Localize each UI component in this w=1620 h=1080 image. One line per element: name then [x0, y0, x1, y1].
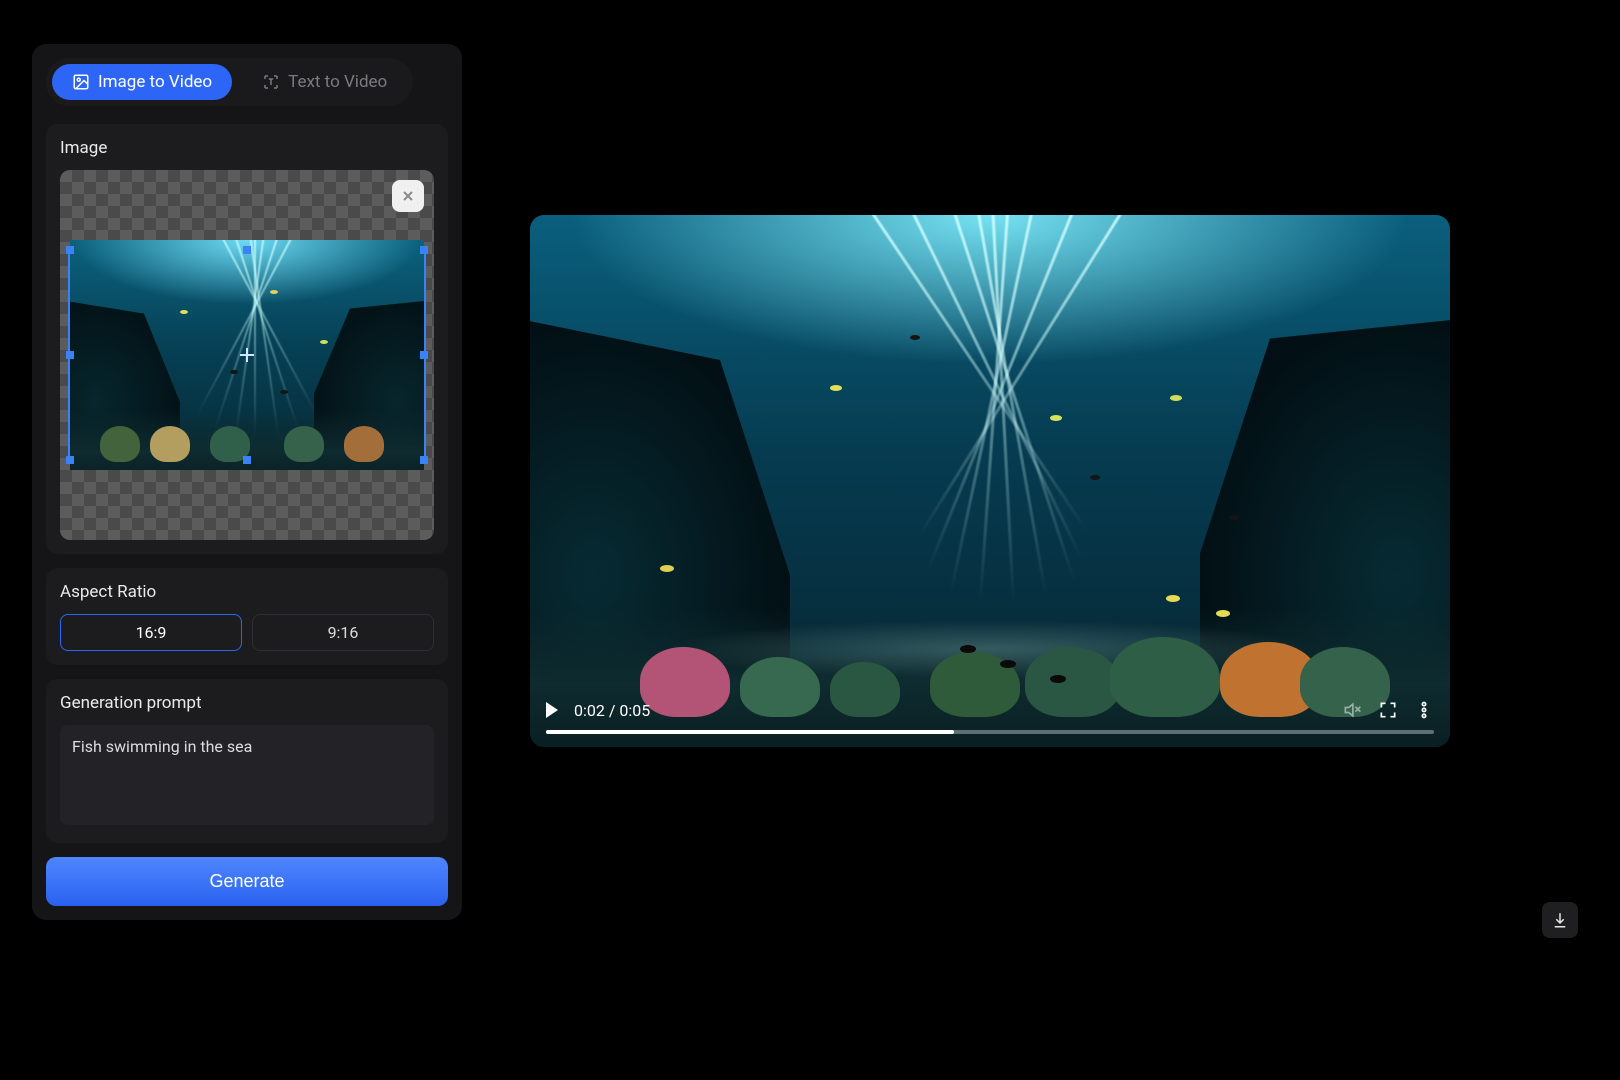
aspect-ratio-card: Aspect Ratio 16:9 9:16: [46, 568, 448, 665]
crop-handle[interactable]: [66, 246, 74, 254]
prompt-card: Generation prompt: [46, 679, 448, 843]
fullscreen-button[interactable]: [1378, 700, 1398, 720]
crop-region[interactable]: [68, 248, 426, 462]
image-icon: [72, 73, 90, 91]
tab-label: Image to Video: [98, 72, 212, 92]
image-card: Image: [46, 124, 448, 554]
video-progress-bar[interactable]: [546, 730, 1434, 734]
video-progress-fill: [546, 730, 954, 734]
tab-text-to-video[interactable]: Text to Video: [242, 64, 407, 100]
settings-sidebar: Image to Video Text to Video Image: [32, 44, 462, 920]
crop-handle[interactable]: [66, 456, 74, 464]
image-crop-area[interactable]: [60, 170, 434, 540]
mode-tabs: Image to Video Text to Video: [46, 58, 413, 106]
crop-handle[interactable]: [420, 246, 428, 254]
aspect-ratio-title: Aspect Ratio: [60, 582, 434, 602]
tab-image-to-video[interactable]: Image to Video: [52, 64, 232, 100]
crop-handle[interactable]: [420, 456, 428, 464]
close-icon: [400, 188, 416, 204]
video-preview[interactable]: 0:02 / 0:05: [530, 215, 1450, 747]
generate-button[interactable]: Generate: [46, 857, 448, 906]
video-frame: [530, 215, 1450, 747]
aspect-ratio-16-9[interactable]: 16:9: [60, 614, 242, 651]
crop-handle[interactable]: [66, 351, 74, 359]
remove-image-button[interactable]: [392, 180, 424, 212]
prompt-title: Generation prompt: [60, 693, 434, 713]
video-controls: 0:02 / 0:05: [530, 691, 1450, 747]
video-time-label: 0:02 / 0:05: [574, 701, 650, 720]
generation-prompt-input[interactable]: [60, 725, 434, 825]
more-options-button[interactable]: [1414, 700, 1434, 720]
play-button[interactable]: [546, 702, 558, 718]
mute-button[interactable]: [1342, 700, 1362, 720]
download-icon: [1551, 911, 1569, 929]
tab-label: Text to Video: [288, 72, 387, 92]
crop-handle[interactable]: [420, 351, 428, 359]
image-card-title: Image: [60, 138, 434, 158]
crop-handle[interactable]: [243, 456, 251, 464]
crop-center-indicator: [240, 348, 254, 362]
download-button[interactable]: [1542, 902, 1578, 938]
aspect-ratio-9-16[interactable]: 9:16: [252, 614, 434, 651]
crop-handle[interactable]: [243, 246, 251, 254]
text-frame-icon: [262, 73, 280, 91]
